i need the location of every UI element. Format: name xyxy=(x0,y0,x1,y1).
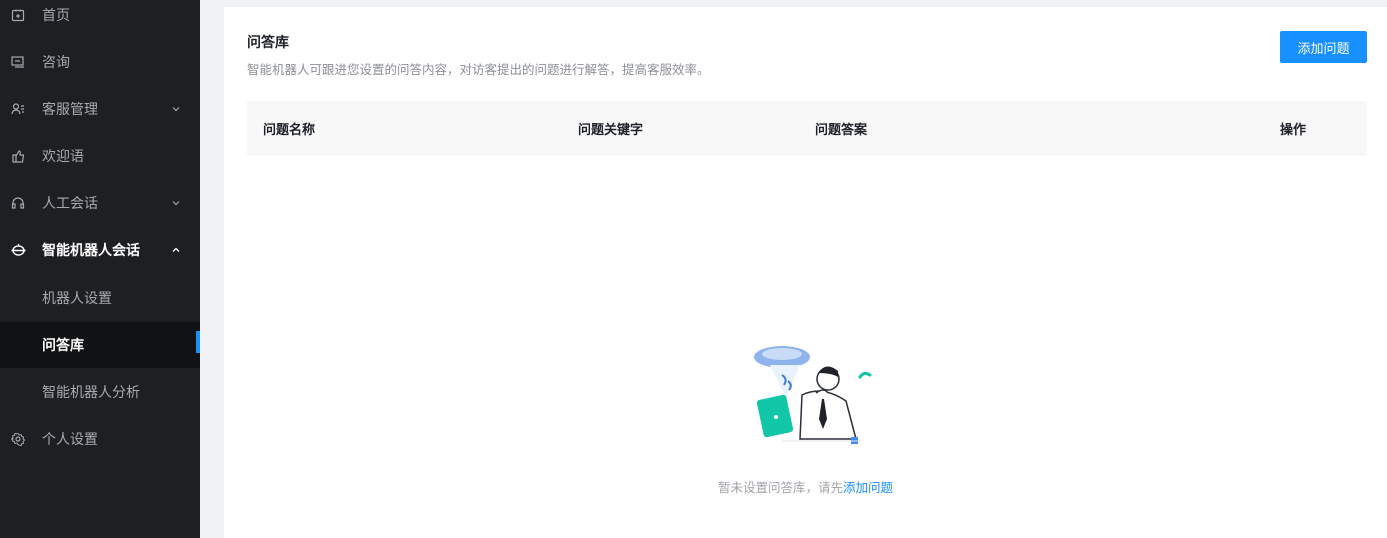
sidebar-item-welcome[interactable]: 欢迎语 xyxy=(0,133,200,179)
empty-state-text: 暂未设置问答库，请先添加问题 xyxy=(224,477,1387,496)
submenu-item-qa-library[interactable]: 问答库 xyxy=(0,322,200,368)
sidebar-item-smart-robot[interactable]: 智能机器人会话 xyxy=(0,227,200,273)
chevron-down-icon xyxy=(170,197,182,209)
sidebar-item-consult[interactable]: 咨询 xyxy=(0,39,200,85)
sidebar-item-home[interactable]: 首页 xyxy=(0,0,200,38)
sidebar-item-service-management[interactable]: 客服管理 xyxy=(0,86,200,132)
add-question-link[interactable]: 添加问题 xyxy=(843,480,893,495)
chevron-up-icon xyxy=(170,244,182,256)
table-header: 问题名称 问题关键字 问题答案 操作 xyxy=(247,101,1367,155)
home-icon xyxy=(10,7,26,23)
column-header-keywords: 问题关键字 xyxy=(578,122,644,138)
add-question-button[interactable]: 添加问题 xyxy=(1280,31,1367,63)
chevron-down-icon xyxy=(170,103,182,115)
empty-state-message: 暂未设置问答库，请先 xyxy=(717,480,843,495)
submenu-item-robot-analysis[interactable]: 智能机器人分析 xyxy=(0,369,200,415)
column-header-question-name: 问题名称 xyxy=(263,122,316,138)
column-header-actions: 操作 xyxy=(1280,122,1307,138)
sidebar-item-personal-settings[interactable]: 个人设置 xyxy=(0,416,200,462)
page-description: 智能机器人可跟进您设置的问答内容，对访客提出的问题进行解答，提高客服效率。 xyxy=(247,62,710,77)
gear-icon xyxy=(10,431,26,447)
submenu-item-robot-settings[interactable]: 机器人设置 xyxy=(0,275,200,321)
sidebar-item-manual-chat[interactable]: 人工会话 xyxy=(0,180,200,226)
headset-icon xyxy=(10,195,26,211)
column-header-answer: 问题答案 xyxy=(815,122,868,138)
page-title: 问答库 xyxy=(247,35,289,51)
robot-icon xyxy=(10,242,26,258)
message-icon xyxy=(10,54,26,70)
hand-icon xyxy=(10,148,26,164)
sidebar: 首页 咨询 客服管理 欢迎语 人工会话 智能机器人会话 机器人设置 问答库 智能… xyxy=(0,0,200,538)
user-list-icon xyxy=(10,101,26,117)
main-card: 问答库 智能机器人可跟进您设置的问答内容，对访客提出的问题进行解答，提高客服效率… xyxy=(224,7,1387,538)
empty-state-illustration xyxy=(752,337,892,447)
